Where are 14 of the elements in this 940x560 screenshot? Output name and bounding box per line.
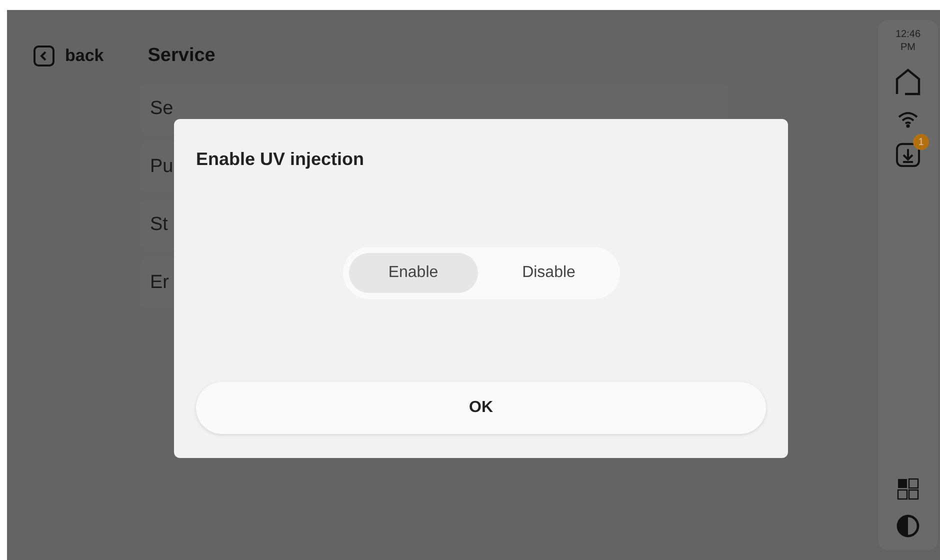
clock-time: 12:46 — [895, 28, 921, 41]
download-icon[interactable] — [895, 142, 921, 168]
segment-option[interactable]: Disable — [484, 253, 614, 293]
notification-badge: 1 — [913, 134, 929, 150]
home-icon[interactable] — [895, 68, 921, 96]
ok-button[interactable]: OK — [196, 382, 766, 434]
wifi-icon[interactable] — [897, 110, 919, 128]
page-title: Service — [148, 45, 216, 67]
clock-period: PM — [900, 41, 916, 54]
contrast-icon[interactable] — [896, 514, 920, 538]
segment-option[interactable]: Enable — [348, 253, 478, 293]
grid-icon[interactable] — [897, 478, 919, 500]
dialog-title: Enable UV injection — [196, 149, 366, 170]
chevron-left-icon — [33, 45, 55, 67]
